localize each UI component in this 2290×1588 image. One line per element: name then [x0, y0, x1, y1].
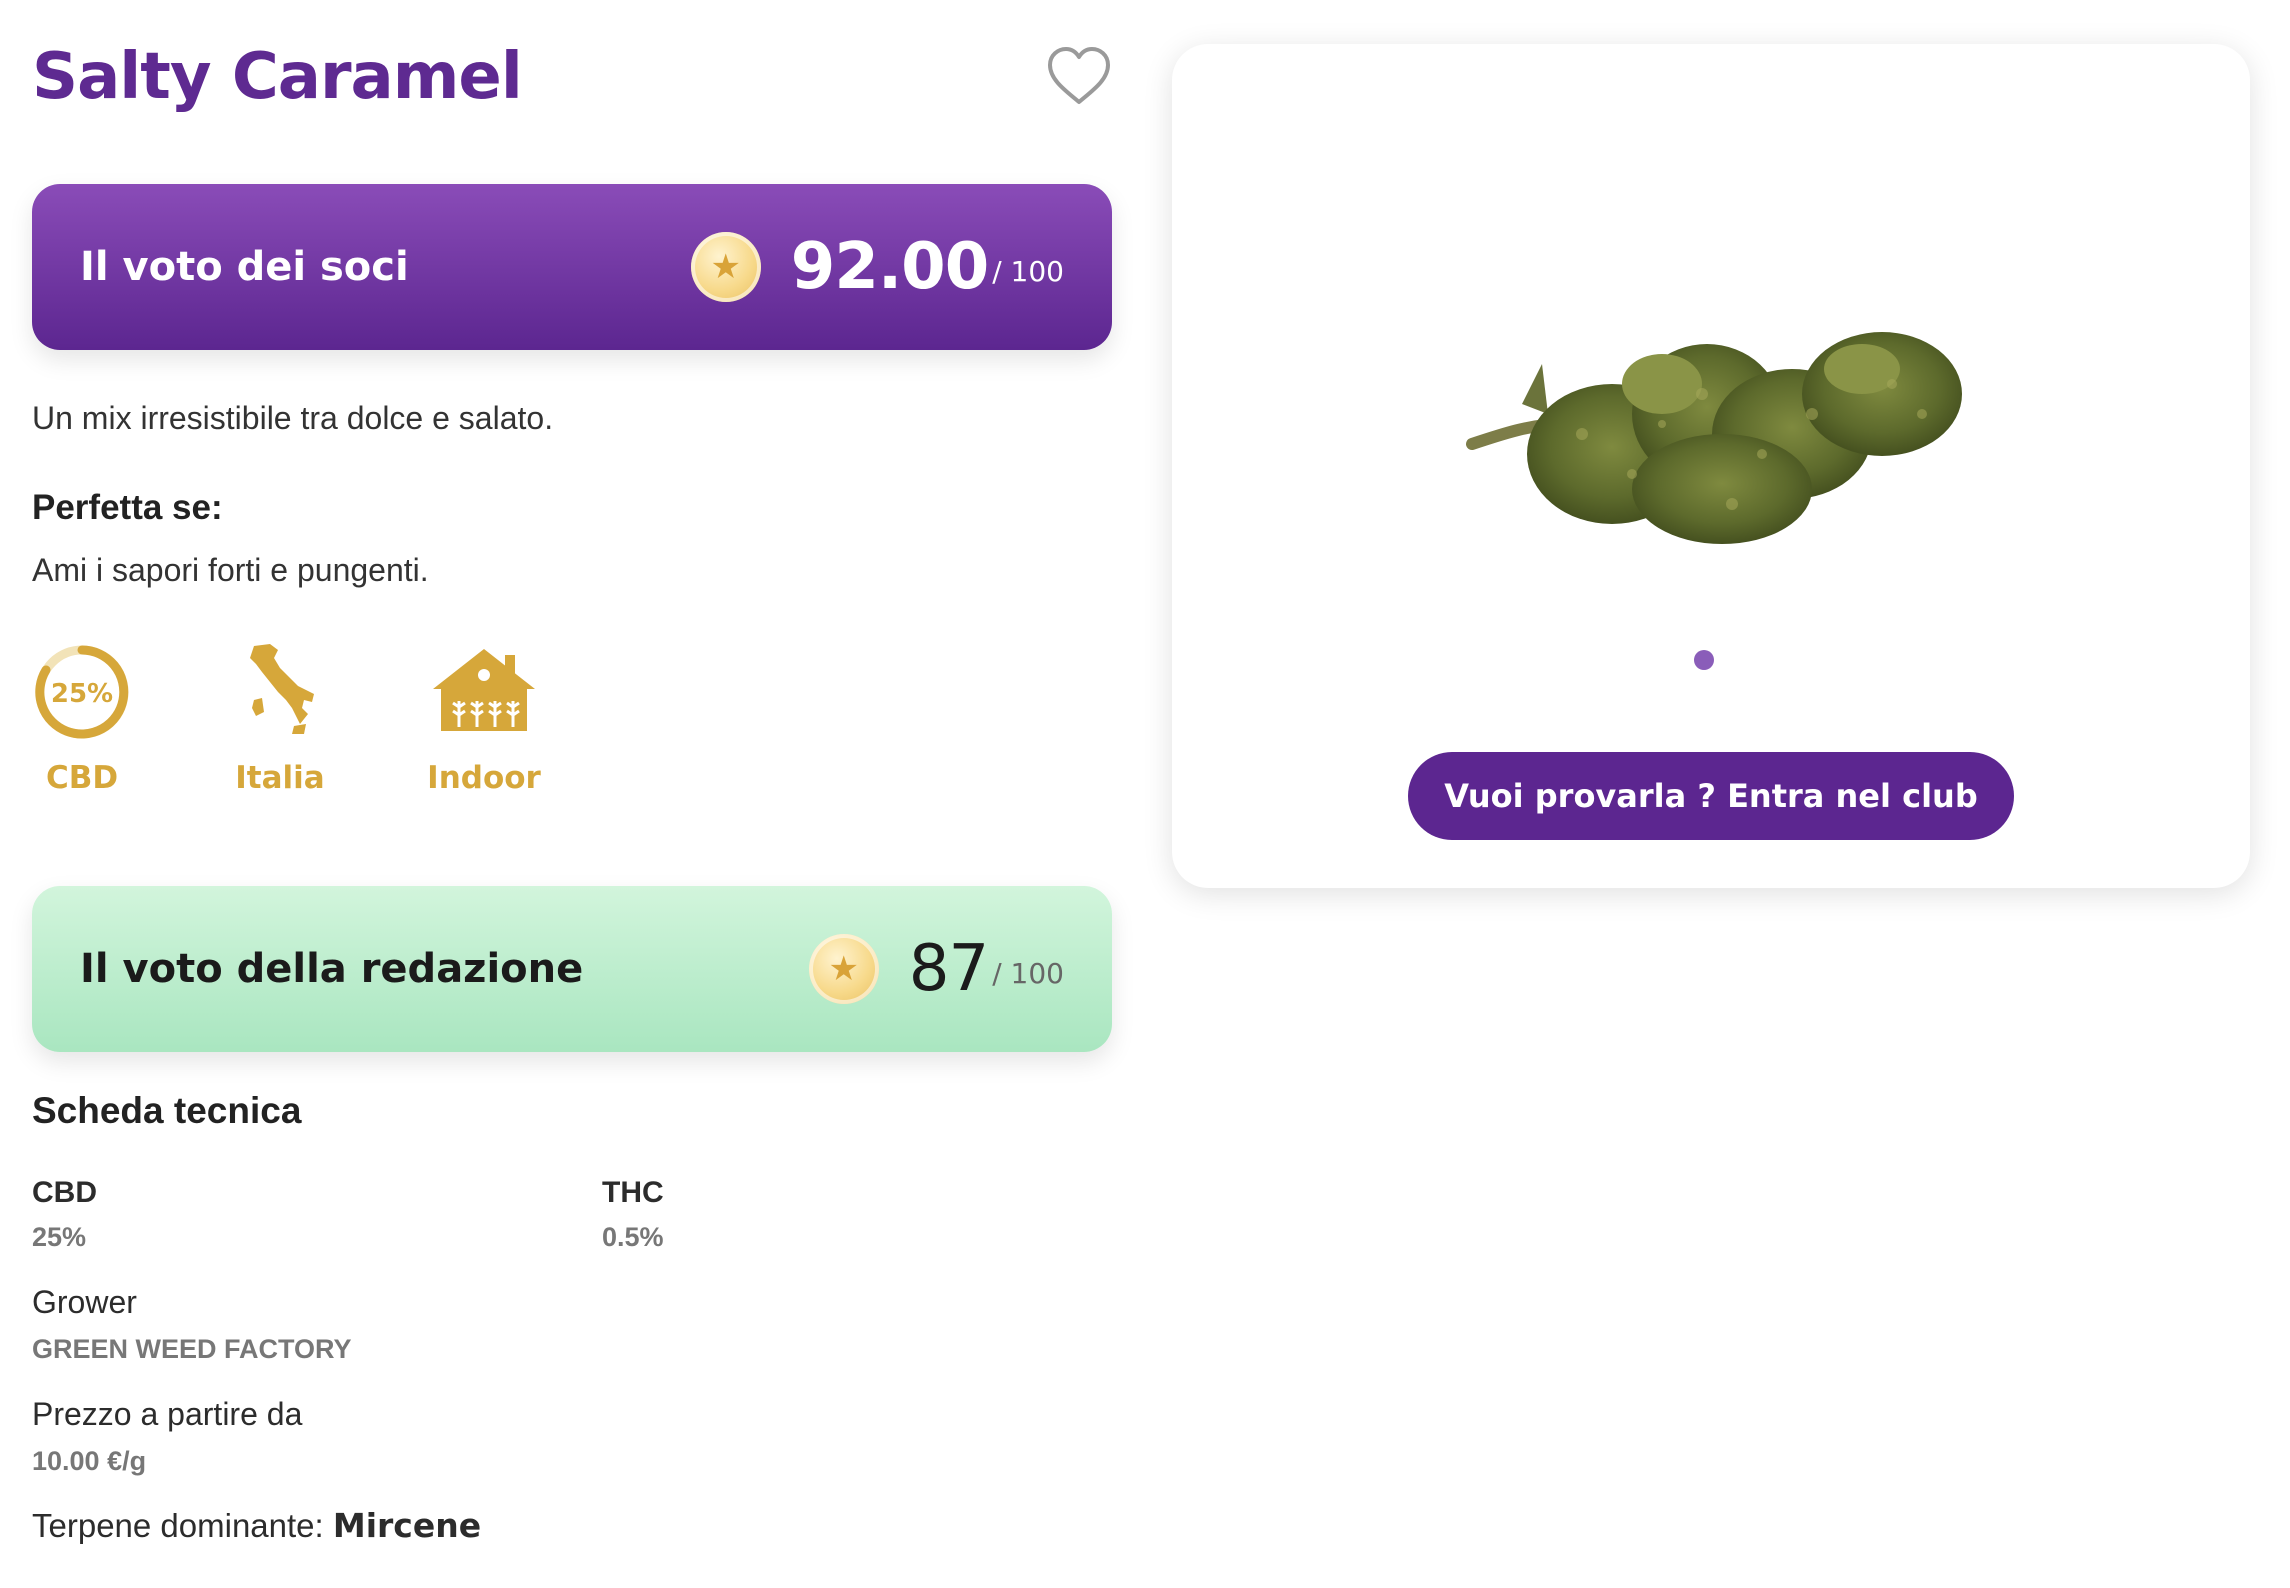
editor-score-value: 87: [908, 932, 989, 1006]
member-score-card: Il voto dei soci ★ 92.00 / 100: [32, 184, 1112, 350]
join-club-button[interactable]: Vuoi provarla ? Entra nel club: [1408, 752, 2014, 840]
italy-map-icon: [228, 640, 332, 740]
feature-origin-label: Italia: [235, 760, 325, 796]
editor-score-max: / 100: [992, 957, 1064, 990]
product-title: Salty Caramel: [32, 40, 523, 114]
ideal-text: Ami i sapori forti e pungenti.: [32, 552, 429, 588]
spec-terpene: Terpene dominante: Mircene: [32, 1506, 481, 1545]
cannabis-bud-photo[interactable]: [1462, 274, 1982, 574]
favorite-heart-icon[interactable]: [1046, 46, 1112, 106]
ideal-heading: Perfetta se:: [32, 488, 223, 527]
spec-terpene-label: Terpene dominante:: [32, 1507, 333, 1544]
spec-price-value: 10.00 €/g: [32, 1446, 147, 1476]
spec-thc-label: THC: [602, 1176, 664, 1209]
feature-grow-type-label: Indoor: [427, 760, 541, 796]
feature-cbd: 25% CBD: [30, 640, 134, 796]
feature-origin: Italia: [228, 640, 332, 796]
star-coin-icon: ★: [690, 232, 761, 302]
spec-cbd-label: CBD: [32, 1176, 97, 1209]
product-page: Salty Caramel Il voto dei soci ★ 92.00 /…: [0, 0, 2290, 1588]
spec-grower-label: Grower: [32, 1284, 137, 1320]
member-score-label: Il voto dei soci: [80, 244, 409, 290]
editor-score-label: Il voto della redazione: [80, 946, 584, 992]
spec-cbd-value: 25%: [32, 1222, 87, 1252]
spec-thc-value: 0.5%: [602, 1222, 664, 1252]
product-description: Un mix irresistibile tra dolce e salato.: [32, 400, 554, 436]
carousel-dot-active[interactable]: [1694, 650, 1714, 670]
editor-score-card: Il voto della redazione ★ 87 / 100: [32, 886, 1112, 1052]
spec-terpene-value: Mircene: [332, 1506, 482, 1545]
cbd-ring-text: 25%: [51, 679, 113, 709]
percentage-ring-icon: 25%: [30, 640, 134, 740]
member-score-value: 92.00: [790, 230, 989, 304]
product-gallery-card: Vuoi provarla ? Entra nel club: [1172, 44, 2250, 888]
tech-sheet-heading: Scheda tecnica: [32, 1090, 302, 1131]
spec-price-label: Prezzo a partire da: [32, 1396, 303, 1432]
indoor-greenhouse-icon: [422, 640, 546, 740]
member-score-max: / 100: [992, 255, 1064, 288]
spec-grower-value: GREEN WEED FACTORY: [32, 1334, 352, 1364]
star-coin-icon: ★: [808, 934, 879, 1004]
feature-cbd-label: CBD: [45, 760, 119, 796]
feature-grow-type: Indoor: [422, 640, 546, 796]
